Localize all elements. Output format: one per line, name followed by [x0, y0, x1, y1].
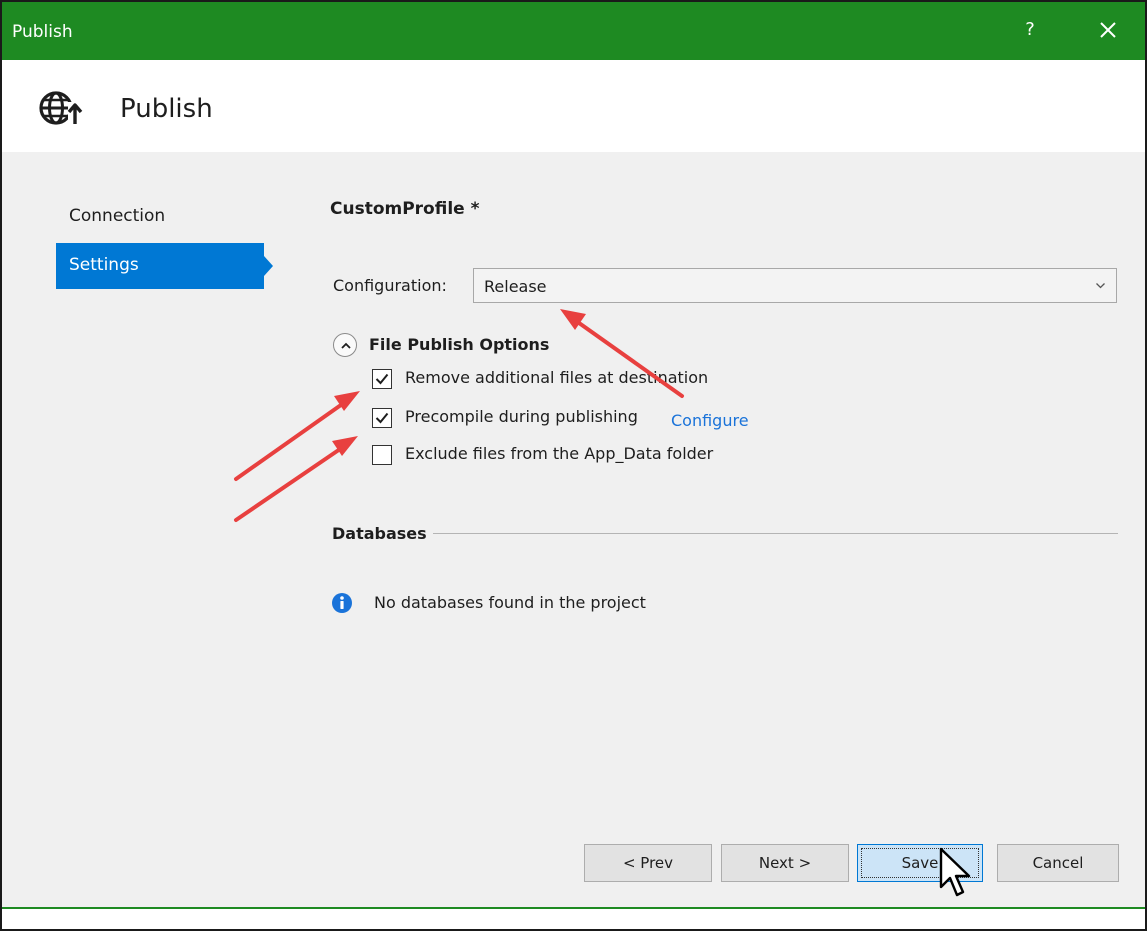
configuration-label: Configuration:	[333, 276, 447, 295]
window-title: Publish	[12, 22, 73, 42]
close-button[interactable]	[1090, 12, 1126, 48]
precompile-checkbox[interactable]	[372, 408, 392, 428]
globe-publish-icon	[39, 91, 83, 126]
checkmark-icon	[375, 412, 389, 424]
no-databases-message: No databases found in the project	[374, 593, 646, 612]
profile-name: CustomProfile *	[330, 199, 480, 219]
configuration-value: Release	[484, 277, 547, 296]
exclude-app-data-label: Exclude files from the App_Data folder	[405, 444, 714, 463]
sidebar-item-label: Settings	[69, 255, 139, 275]
chevron-down-icon	[1096, 283, 1105, 289]
status-area	[2, 909, 1145, 929]
next-button[interactable]: Next >	[721, 844, 849, 882]
chevron-up-icon	[341, 342, 351, 349]
prev-button[interactable]: < Prev	[584, 844, 712, 882]
remove-files-checkbox[interactable]	[372, 369, 392, 389]
dialog-header: Publish	[2, 60, 1145, 152]
sidebar-item-settings[interactable]: Settings	[56, 243, 273, 289]
sidebar-item-label: Connection	[69, 206, 166, 226]
precompile-label: Precompile during publishing	[405, 407, 638, 426]
info-icon	[332, 593, 352, 613]
mouse-pointer-icon	[939, 847, 971, 897]
collapse-button[interactable]	[333, 333, 357, 357]
remove-files-label: Remove additional files at destination	[405, 368, 709, 387]
file-publish-options-title: File Publish Options	[369, 335, 550, 354]
configuration-select[interactable]: Release	[473, 268, 1117, 303]
cancel-button[interactable]: Cancel	[997, 844, 1119, 882]
help-button[interactable]: ?	[1020, 19, 1040, 40]
exclude-app-data-checkbox[interactable]	[372, 445, 392, 465]
divider	[433, 533, 1118, 534]
configure-link[interactable]: Configure	[671, 411, 749, 430]
title-bar: Publish ?	[2, 2, 1145, 60]
page-title: Publish	[120, 94, 213, 124]
publish-dialog: Publish ? Publish Connection Settings Cu…	[0, 0, 1147, 931]
close-icon	[1100, 22, 1116, 38]
checkmark-icon	[375, 373, 389, 385]
sidebar-item-connection[interactable]: Connection	[56, 194, 264, 240]
databases-title: Databases	[332, 524, 427, 543]
